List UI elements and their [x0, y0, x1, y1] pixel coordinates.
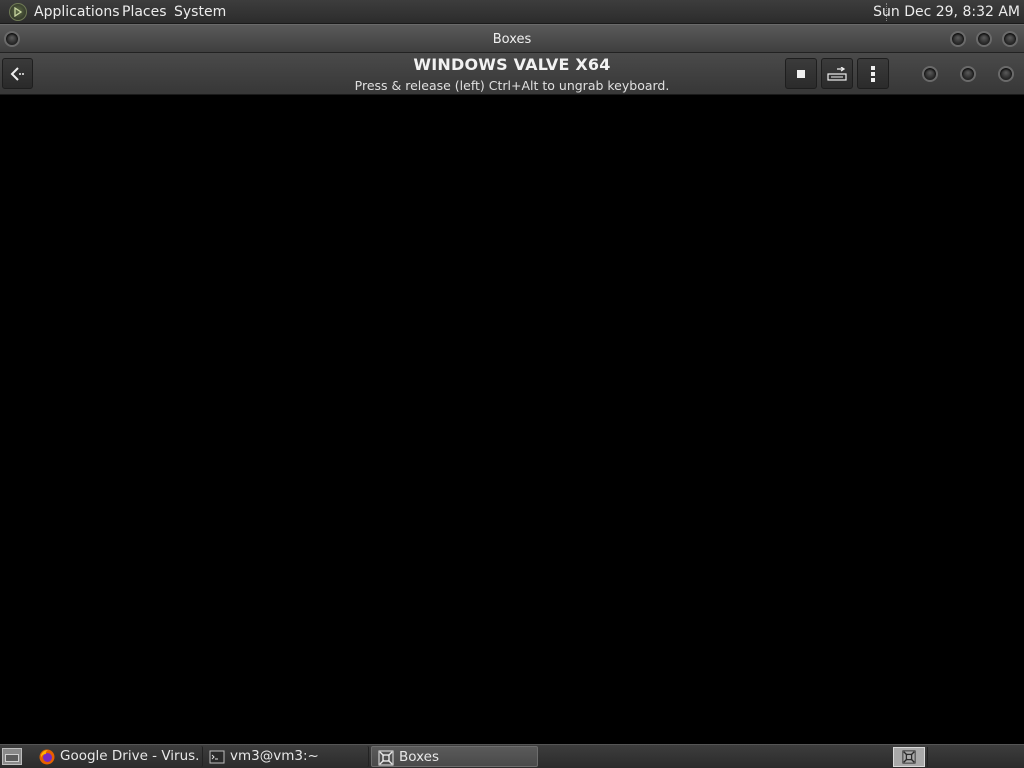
distro-logo-icon[interactable] [9, 3, 27, 21]
window-title: Boxes [492, 32, 532, 47]
stop-button[interactable] [785, 58, 817, 89]
task-label: Google Drive - Virus... [60, 749, 200, 764]
minimize-button[interactable] [950, 31, 966, 47]
clock[interactable]: Sun Dec 29, 8:32 AM [873, 4, 1020, 20]
task-terminal[interactable]: vm3@vm3:~ [203, 746, 369, 767]
terminal-icon [209, 750, 225, 764]
menu-applications[interactable]: Applications [34, 4, 120, 20]
menu-system[interactable]: System [174, 4, 226, 20]
vertical-dots-icon [871, 66, 875, 82]
keyboard-send-icon [827, 67, 847, 81]
desktop-screen: Applications Places System Sun Dec 29, 8… [0, 0, 1024, 768]
more-options-button[interactable] [857, 58, 889, 89]
task-label: vm3@vm3:~ [230, 749, 319, 764]
workspace-empty[interactable] [927, 747, 1022, 767]
taskbar: Google Drive - Virus... vm3@vm3:~ Boxes [0, 744, 1024, 768]
maximize-button[interactable] [976, 31, 992, 47]
vm-display[interactable] [0, 95, 1024, 744]
menu-places[interactable]: Places [122, 4, 167, 20]
task-firefox[interactable]: Google Drive - Virus... [33, 746, 203, 767]
boxes-workspace-icon [902, 750, 916, 764]
desktop-icon [5, 754, 19, 762]
send-keys-button[interactable] [821, 58, 853, 89]
header-maximize-button[interactable] [960, 66, 976, 82]
stop-icon [797, 70, 805, 78]
workspace-switcher[interactable] [893, 747, 925, 767]
header-minimize-button[interactable] [922, 66, 938, 82]
close-button[interactable] [1002, 31, 1018, 47]
task-label: Boxes [399, 750, 440, 765]
task-boxes[interactable]: Boxes [371, 746, 538, 767]
show-desktop-button[interactable] [2, 748, 22, 765]
header-close-button[interactable] [998, 66, 1014, 82]
top-panel: Applications Places System Sun Dec 29, 8… [0, 0, 1024, 24]
header-bar: WINDOWS VALVE X64 Press & release (left)… [0, 53, 1024, 95]
firefox-icon [39, 749, 55, 765]
window-titlebar[interactable]: Boxes [0, 24, 1024, 53]
boxes-icon [378, 750, 394, 766]
